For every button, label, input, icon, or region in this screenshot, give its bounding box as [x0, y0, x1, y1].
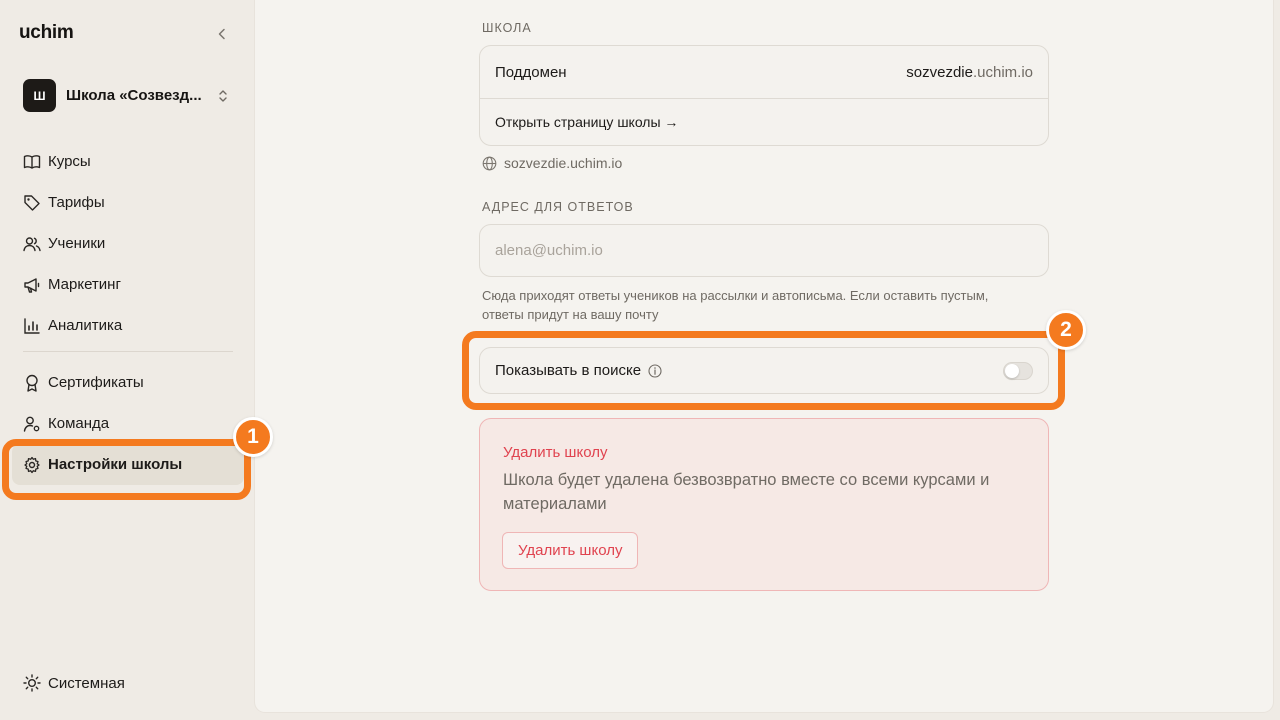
sidebar-item-tariffs[interactable]: Тарифы [12, 182, 244, 223]
school-avatar: Ш [23, 79, 56, 112]
sidebar-item-label: Команда [48, 415, 110, 432]
collapse-sidebar-button[interactable] [212, 24, 232, 44]
sidebar-item-analytics[interactable]: Аналитика [12, 305, 244, 346]
subdomain-row: Поддомен sozvezdie.uchim.io [480, 46, 1048, 99]
step-badge-1: 1 [233, 417, 273, 457]
danger-zone: Удалить школу Школа будет удалена безвоз… [479, 418, 1049, 591]
theme-toggle[interactable]: Системная [23, 674, 125, 692]
sidebar-item-school-settings[interactable]: Настройки школы [12, 444, 244, 485]
chevron-left-icon [218, 28, 225, 40]
school-switcher[interactable]: Ш Школа «Созвезд... [23, 78, 235, 113]
danger-zone-title: Удалить школу [503, 444, 608, 461]
site-url[interactable]: sozvezdie.uchim.io [504, 155, 622, 171]
danger-zone-text: Школа будет удалена безвозвратно вместе … [503, 471, 990, 513]
theme-label: Системная [48, 674, 125, 692]
chevron-up-down-icon [218, 89, 228, 103]
sidebar-item-marketing[interactable]: Маркетинг [12, 264, 244, 305]
sun-icon [23, 674, 41, 692]
sidebar-item-label: Настройки школы [48, 456, 183, 473]
sidebar-item-team[interactable]: Команда [12, 403, 244, 444]
sidebar-item-label: Сертификаты [48, 374, 144, 391]
globe-icon [482, 156, 497, 171]
megaphone-icon [23, 276, 41, 294]
school-section-label: ШКОЛА [482, 21, 532, 35]
app-logo: uchim [19, 22, 74, 43]
show-in-search-row: Показывать в поиске [479, 347, 1049, 394]
gear-icon [23, 456, 41, 474]
reply-email-input[interactable] [479, 224, 1049, 277]
sidebar-item-label: Маркетинг [48, 276, 121, 293]
subdomain-label: Поддомен [495, 63, 567, 81]
info-icon[interactable] [648, 363, 662, 378]
sidebar-item-label: Аналитика [48, 317, 123, 334]
sidebar-item-label: Курсы [48, 153, 91, 170]
open-school-page-link[interactable]: Открыть страницу школы → [480, 99, 1048, 145]
sidebar-item-students[interactable]: Ученики [12, 223, 244, 264]
nav-divider [23, 351, 233, 352]
user-settings-icon [23, 415, 41, 433]
sidebar-nav: Курсы Тарифы Ученики Маркетинг Аналитика [12, 141, 244, 485]
sidebar: uchim Ш Школа «Созвезд... Курсы Тарифы У… [0, 0, 255, 720]
sidebar-item-courses[interactable]: Курсы [12, 141, 244, 182]
step-badge-2: 2 [1046, 310, 1086, 350]
book-icon [23, 153, 41, 171]
open-school-page-label: Открыть страницу школы → [495, 114, 679, 130]
sidebar-item-label: Тарифы [48, 194, 105, 211]
award-icon [23, 374, 41, 392]
main-panel: ШКОЛА Поддомен sozvezdie.uchim.io Открыт… [255, 0, 1273, 712]
show-in-search-label: Показывать в поиске [495, 362, 642, 379]
school-card: Поддомен sozvezdie.uchim.io Открыть стра… [479, 45, 1049, 146]
delete-school-button[interactable]: Удалить школу [502, 532, 639, 569]
sidebar-item-certificates[interactable]: Сертификаты [12, 362, 244, 403]
sidebar-item-label: Ученики [48, 235, 106, 252]
bar-chart-icon [23, 317, 41, 335]
school-name: Школа «Созвезд... [66, 87, 202, 104]
tag-icon [23, 194, 41, 212]
show-in-search-toggle[interactable] [1003, 361, 1033, 380]
users-icon [23, 235, 41, 253]
reply-hint: Сюда приходят ответы учеников на рассылк… [482, 288, 989, 322]
subdomain-value[interactable]: sozvezdie.uchim.io [906, 64, 1033, 81]
site-url-row: sozvezdie.uchim.io [482, 155, 622, 171]
reply-section-label: АДРЕС ДЛЯ ОТВЕТОВ [482, 200, 634, 214]
